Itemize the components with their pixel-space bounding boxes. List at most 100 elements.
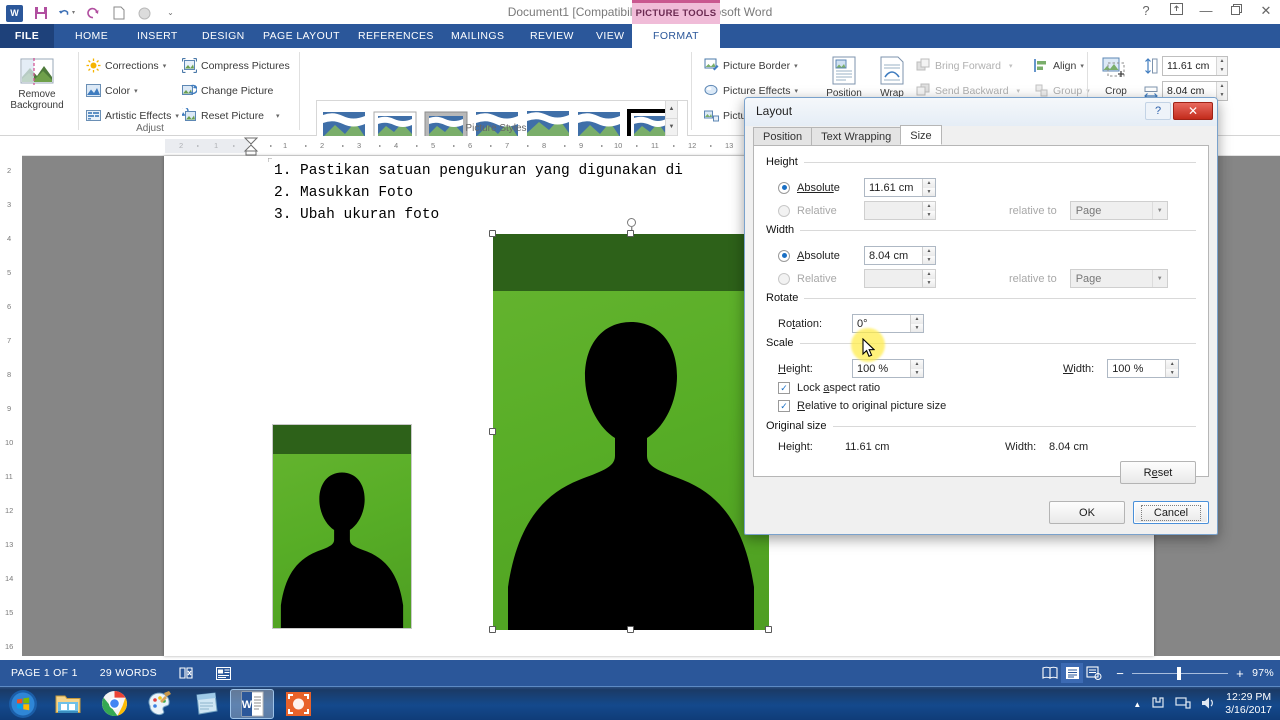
save-icon[interactable] xyxy=(32,5,49,22)
restore-icon[interactable] xyxy=(1228,3,1244,19)
tab-page-layout[interactable]: PAGE LAYOUT xyxy=(252,24,351,48)
width-relative-spinner[interactable]: ▲ ▼ xyxy=(922,270,935,287)
proofing-status-icon[interactable] xyxy=(168,666,205,680)
relative-original-size-checkbox[interactable]: ✓ xyxy=(778,400,790,412)
picture-border-button[interactable]: Picture Border ▾ xyxy=(704,55,798,76)
shape-height-input[interactable]: 11.61 cm ▲ ▼ xyxy=(1162,56,1228,76)
width-relative-row[interactable]: Relative ▲ ▼ relative to Page ▼ xyxy=(778,269,1168,288)
undo-icon[interactable]: ▾ xyxy=(58,5,75,22)
height-relative-row[interactable]: Relative ▲ ▼ relative to Page ▼ xyxy=(778,201,1168,220)
dialog-help-icon[interactable]: ? xyxy=(1145,102,1171,120)
window-controls[interactable]: ? — ✕ xyxy=(1138,3,1274,19)
cancel-button[interactable]: Cancel xyxy=(1133,501,1209,524)
resize-handle-sw[interactable] xyxy=(489,626,496,633)
quick-access-toolbar[interactable]: W ▾ ⌄ xyxy=(0,4,179,22)
page-indicator[interactable]: PAGE 1 OF 1 xyxy=(0,667,89,679)
rotation-spinner[interactable]: ▲ ▼ xyxy=(910,315,923,332)
zoom-slider-thumb[interactable] xyxy=(1177,666,1182,680)
ok-button[interactable]: OK xyxy=(1049,501,1125,524)
zoom-out-button[interactable]: − xyxy=(1116,666,1124,681)
chevron-down-icon[interactable]: ▾ xyxy=(1080,62,1084,70)
tab-references[interactable]: REFERENCES xyxy=(347,24,445,48)
ribbon-display-options-icon[interactable] xyxy=(1168,3,1184,19)
crop-button[interactable]: Crop xyxy=(1094,53,1138,97)
photo-large-selected[interactable] xyxy=(493,234,769,630)
show-hidden-icons-button[interactable]: ▲ xyxy=(1133,700,1141,709)
close-icon[interactable]: ✕ xyxy=(1258,3,1274,19)
width-absolute-radio[interactable] xyxy=(778,249,790,262)
word-count[interactable]: 29 WORDS xyxy=(89,667,168,679)
width-relative-to-select[interactable]: Page ▼ xyxy=(1069,269,1168,288)
zoom-in-button[interactable]: + xyxy=(1236,666,1244,681)
chevron-down-icon[interactable]: ▼ xyxy=(1151,270,1167,287)
clock[interactable]: 12:29 PM 3/16/2017 xyxy=(1225,691,1272,717)
height-relative-spinner[interactable]: ▲ ▼ xyxy=(922,202,935,219)
tab-file[interactable]: FILE xyxy=(0,24,54,48)
language-icon[interactable] xyxy=(205,666,242,680)
customize-qat-icon[interactable]: ⌄ xyxy=(162,5,179,22)
tab-mailings[interactable]: MAILINGS xyxy=(440,24,515,48)
taskbar-notepad[interactable] xyxy=(184,689,228,719)
zoom-controls[interactable]: − + 97% xyxy=(1105,666,1280,681)
shape-height-spinner[interactable]: ▲ ▼ xyxy=(1216,57,1227,75)
new-document-icon[interactable] xyxy=(110,5,127,22)
chevron-down-icon[interactable]: ▼ xyxy=(1151,202,1167,219)
compress-pictures-button[interactable]: Compress Pictures xyxy=(182,55,290,76)
height-relative-radio[interactable] xyxy=(778,204,790,217)
scale-height-input[interactable]: 100 % ▲ ▼ xyxy=(852,359,924,378)
web-layout-button[interactable] xyxy=(1083,663,1105,683)
chevron-down-icon[interactable]: ▾ xyxy=(1017,87,1021,95)
resize-handle-se[interactable] xyxy=(765,626,772,633)
height-absolute-spinner[interactable]: ▲ ▼ xyxy=(922,179,935,196)
chevron-down-icon[interactable]: ▾ xyxy=(163,62,167,70)
width-relative-input[interactable]: ▲ ▼ xyxy=(864,269,936,288)
taskbar-paint[interactable] xyxy=(138,689,182,719)
scale-height-row[interactable]: Height: 100 % ▲ ▼ Width: 100 % ▲ ▼ xyxy=(778,359,1180,378)
rotation-row[interactable]: Rotation: 0° ▲ ▼ xyxy=(778,314,924,333)
tab-home[interactable]: HOME xyxy=(64,24,119,48)
width-absolute-spinner[interactable]: ▲ ▼ xyxy=(922,247,935,264)
bring-forward-button[interactable]: Bring Forward ▾ xyxy=(916,55,1020,76)
dialog-tab-text-wrapping[interactable]: Text Wrapping xyxy=(811,127,902,145)
taskbar-google-chrome[interactable] xyxy=(92,689,136,719)
print-layout-button[interactable] xyxy=(1061,663,1084,683)
redo-icon[interactable] xyxy=(84,5,101,22)
color-button[interactable]: Color ▾ xyxy=(86,80,179,101)
align-button[interactable]: Align ▾ xyxy=(1034,55,1090,76)
width-absolute-input[interactable]: 8.04 cm ▲ ▼ xyxy=(864,246,936,265)
dialog-tab-position[interactable]: Position xyxy=(753,127,813,145)
chevron-down-icon[interactable]: ▾ xyxy=(794,62,798,70)
width-absolute-row[interactable]: Absolute 8.04 cm ▲ ▼ xyxy=(778,246,936,265)
zoom-level[interactable]: 97% xyxy=(1252,667,1274,679)
height-relative-input[interactable]: ▲ ▼ xyxy=(864,201,936,220)
lock-aspect-ratio-row[interactable]: ✓ Lock aspect ratio xyxy=(778,382,880,394)
resize-handle-nw[interactable] xyxy=(489,230,496,237)
scale-width-spinner[interactable]: ▲ ▼ xyxy=(1165,360,1179,377)
help-icon[interactable]: ? xyxy=(1138,3,1154,19)
dialog-close-icon[interactable]: ✕ xyxy=(1173,102,1213,120)
start-button[interactable] xyxy=(2,689,44,719)
layout-options-icon[interactable] xyxy=(626,216,637,227)
wrap-text-button[interactable]: Wrap xyxy=(870,53,914,99)
height-absolute-radio[interactable] xyxy=(778,181,790,194)
layout-dialog[interactable]: Layout ? ✕ Position Text Wrapping Size H… xyxy=(744,97,1218,535)
chevron-down-icon[interactable]: ▾ xyxy=(1009,62,1013,70)
chevron-down-icon[interactable]: ▾ xyxy=(175,112,179,120)
height-absolute-input[interactable]: 11.61 cm ▲ ▼ xyxy=(864,178,936,197)
action-center-icon[interactable] xyxy=(1175,695,1191,713)
height-absolute-row[interactable]: Absolute 11.61 cm ▲ ▼ xyxy=(778,178,936,197)
tab-design[interactable]: DESIGN xyxy=(191,24,256,48)
scale-width-input[interactable]: 100 % ▲ ▼ xyxy=(1107,359,1180,378)
tab-review[interactable]: REVIEW xyxy=(519,24,585,48)
resize-handle-w[interactable] xyxy=(489,428,496,435)
network-icon[interactable] xyxy=(1150,695,1166,713)
tab-format[interactable]: FORMAT xyxy=(632,24,720,48)
change-picture-button[interactable]: Change Picture xyxy=(182,80,290,101)
resize-handle-s[interactable] xyxy=(627,626,634,633)
vertical-ruler[interactable]: 2 3 4 5 6 7 8 9 10 11 12 13 14 15 16 xyxy=(0,136,22,656)
lock-aspect-ratio-checkbox[interactable]: ✓ xyxy=(778,382,790,394)
corrections-button[interactable]: Corrections ▾ xyxy=(86,55,179,76)
minimize-icon[interactable]: — xyxy=(1198,3,1214,19)
shape-width-spinner[interactable]: ▲ ▼ xyxy=(1216,82,1227,100)
zoom-slider[interactable] xyxy=(1132,666,1229,680)
